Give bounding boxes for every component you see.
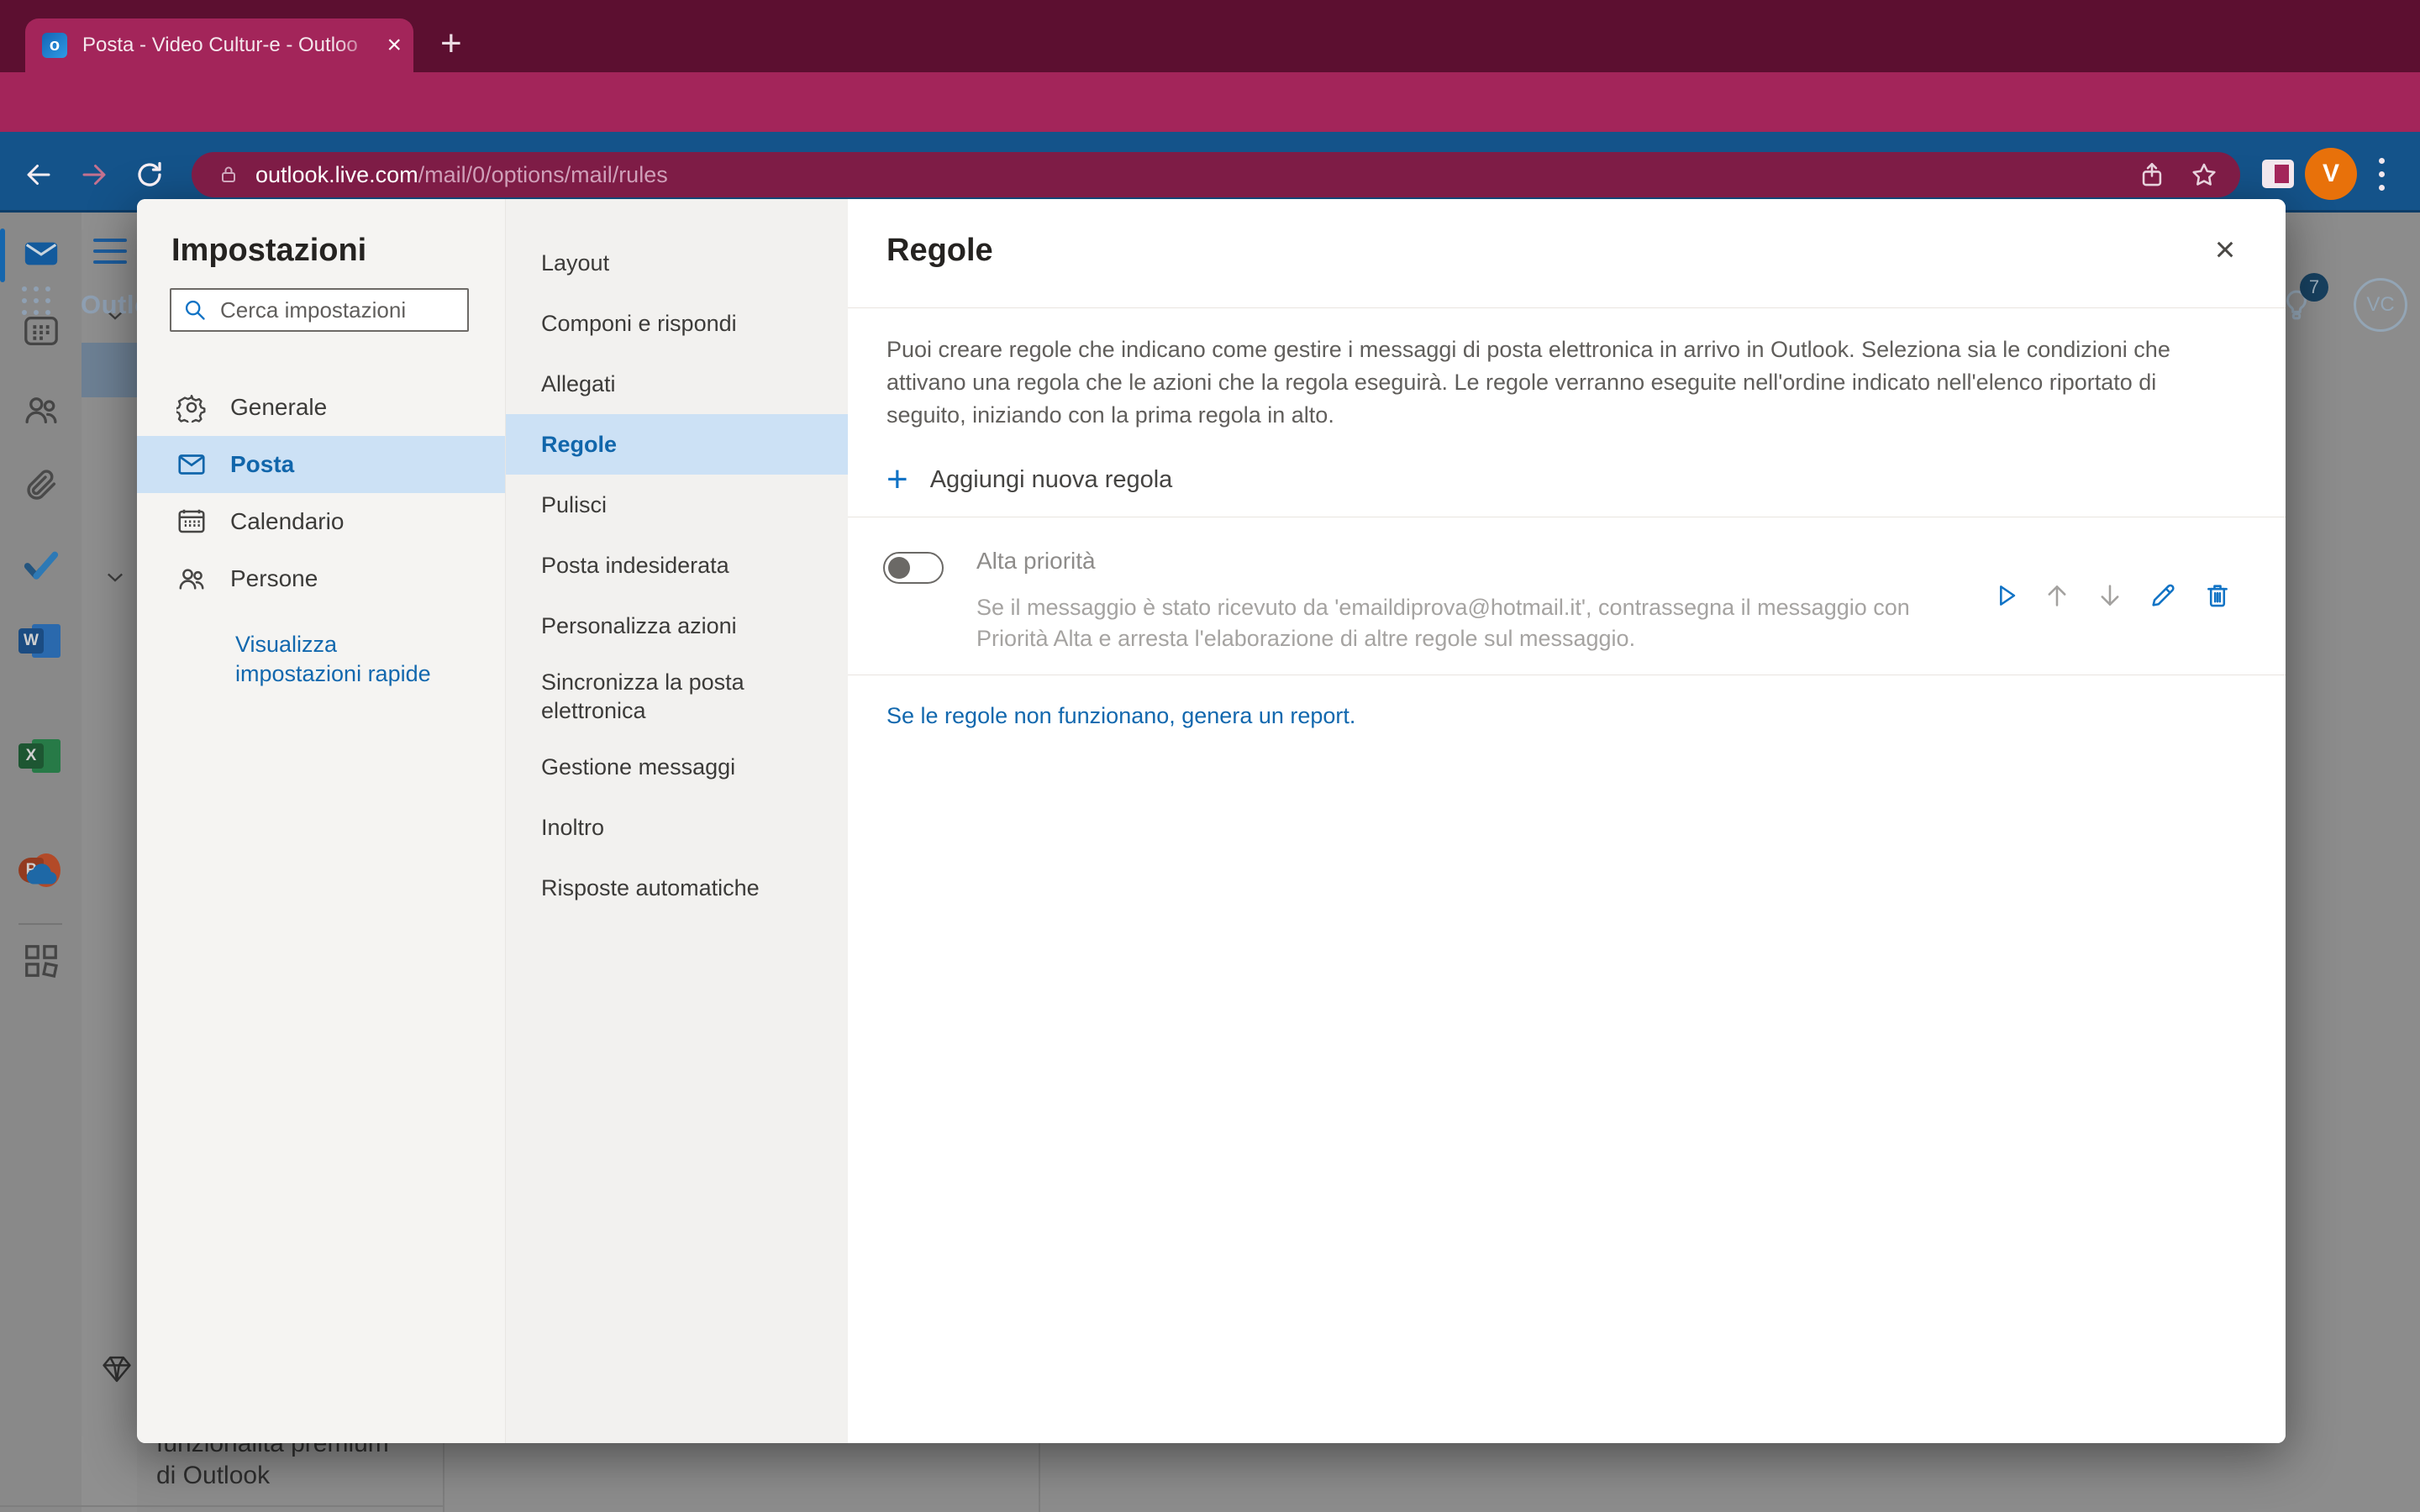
rules-intro-text: Puoi creare regole che indicano come ges… [886, 333, 2231, 432]
mail-icon[interactable] [22, 234, 60, 273]
tab-close-icon[interactable]: × [387, 33, 402, 58]
delete-rule-icon[interactable] [2203, 581, 2232, 610]
add-rule-label: Aggiungi nuova regola [930, 466, 1173, 494]
section-componi[interactable]: Componi e rispondi [506, 293, 849, 354]
search-icon [183, 298, 207, 322]
pane-divider [1039, 1443, 1040, 1512]
rules-title: Regole [886, 233, 993, 269]
chevron-down-icon[interactable] [103, 565, 127, 589]
browser-menu-icon[interactable] [2379, 158, 2385, 191]
rules-panel: Regole × Puoi creare regole che indicano… [848, 199, 2286, 1443]
whats-new-badge: 7 [2300, 273, 2328, 302]
new-tab-button[interactable]: + [440, 25, 462, 62]
settings-category-posta[interactable]: Posta [137, 436, 505, 493]
url-host: outlook.live.com [255, 162, 418, 188]
section-inoltro[interactable]: Inoltro [506, 797, 849, 858]
section-sincronizza[interactable]: Sincronizza la posta elettronica [506, 656, 849, 737]
settings-category-generale[interactable]: Generale [137, 379, 505, 436]
settings-section-pane: Layout Componi e rispondi Allegati Regol… [505, 199, 849, 1443]
toggle-knob [888, 557, 910, 579]
selected-folder-highlight [82, 343, 137, 397]
hamburger-icon[interactable] [93, 239, 127, 264]
mail-selected-indicator [0, 228, 5, 282]
divider [848, 307, 2286, 308]
rule-toggle-off[interactable] [883, 552, 944, 584]
attachment-icon[interactable] [22, 467, 60, 506]
calendar-icon[interactable] [22, 312, 60, 350]
folder-pane-footer-divider [0, 1505, 443, 1507]
category-label: Posta [230, 451, 294, 478]
gear-icon [176, 392, 207, 423]
section-allegati[interactable]: Allegati [506, 354, 849, 414]
share-icon[interactable] [2138, 160, 2166, 189]
more-apps-icon[interactable] [22, 942, 60, 980]
pane-divider [443, 1443, 445, 1512]
premium-text-line2: di Outlook [156, 1462, 270, 1490]
quick-settings-link[interactable]: Visualizza impostazioni rapide [235, 630, 462, 689]
settings-dialog: Impostazioni Generale Posta Calendario P… [137, 199, 2286, 1443]
settings-category-persone[interactable]: Persone [137, 550, 505, 607]
rule-name: Alta priorità [976, 548, 1096, 575]
reload-icon[interactable] [134, 160, 165, 190]
category-label: Calendario [230, 508, 344, 535]
settings-title: Impostazioni [171, 233, 366, 269]
section-posta-indesiderata[interactable]: Posta indesiderata [506, 535, 849, 596]
onedrive-icon[interactable] [22, 856, 60, 895]
category-label: Persone [230, 565, 318, 592]
back-icon[interactable] [24, 160, 54, 190]
calendar-icon [176, 507, 207, 537]
browser-tab[interactable]: o Posta - Video Cultur-e - Outloo × [25, 18, 413, 72]
url-bar[interactable]: outlook.live.com/mail/0/options/mail/rul… [192, 152, 2240, 197]
people-icon[interactable] [22, 391, 60, 429]
side-panel-icon[interactable] [2262, 160, 2294, 188]
todo-check-icon[interactable] [22, 545, 60, 584]
browser-toolbar: outlook.live.com/mail/0/options/mail/rul… [0, 72, 2420, 132]
run-rule-icon[interactable] [1991, 581, 2020, 610]
section-personalizza-azioni[interactable]: Personalizza azioni [506, 596, 849, 656]
url-path: /mail/0/options/mail/rules [418, 162, 668, 188]
lock-icon [218, 165, 239, 185]
tab-title: Posta - Video Cultur-e - Outloo [82, 34, 380, 57]
outlook-favicon-icon: o [42, 33, 67, 58]
section-gestione-messaggi[interactable]: Gestione messaggi [506, 737, 849, 797]
generate-report-link[interactable]: Se le regole non funzionano, genera un r… [886, 703, 1355, 729]
excel-icon[interactable]: X [18, 738, 62, 774]
account-avatar[interactable]: VC [2354, 278, 2407, 332]
app-rail: W X P [0, 213, 82, 1512]
settings-left-pane: Impostazioni Generale Posta Calendario P… [137, 199, 505, 1443]
settings-search-input[interactable] [218, 297, 457, 324]
section-pulisci[interactable]: Pulisci [506, 475, 849, 535]
folder-pane-strip [82, 213, 137, 1512]
browser-profile-avatar[interactable]: V [2305, 148, 2357, 200]
settings-search-box[interactable] [170, 288, 469, 332]
edit-rule-icon[interactable] [2149, 581, 2177, 610]
settings-category-calendario[interactable]: Calendario [137, 493, 505, 550]
section-regole[interactable]: Regole [506, 414, 849, 475]
app-launcher-icon[interactable] [22, 286, 50, 315]
bookmark-star-icon[interactable] [2190, 160, 2218, 189]
add-rule-button[interactable]: + Aggiungi nuova regola [886, 459, 1172, 500]
rule-description: Se il messaggio è stato ricevuto da 'ema… [976, 592, 1943, 654]
premium-diamond-icon[interactable] [101, 1355, 133, 1383]
mail-icon [176, 449, 207, 480]
people-icon [176, 564, 207, 594]
word-icon[interactable]: W [18, 622, 62, 659]
move-up-icon[interactable] [2043, 581, 2071, 610]
plus-icon: + [886, 461, 908, 498]
section-layout[interactable]: Layout [506, 233, 849, 293]
browser-tab-strip: o Posta - Video Cultur-e - Outloo × + [0, 0, 2420, 72]
rail-divider [18, 923, 62, 925]
category-label: Generale [230, 394, 327, 421]
move-down-icon[interactable] [2096, 581, 2124, 610]
section-risposte-automatiche[interactable]: Risposte automatiche [506, 858, 849, 918]
close-icon[interactable]: × [2207, 231, 2244, 268]
forward-icon[interactable] [79, 160, 109, 190]
